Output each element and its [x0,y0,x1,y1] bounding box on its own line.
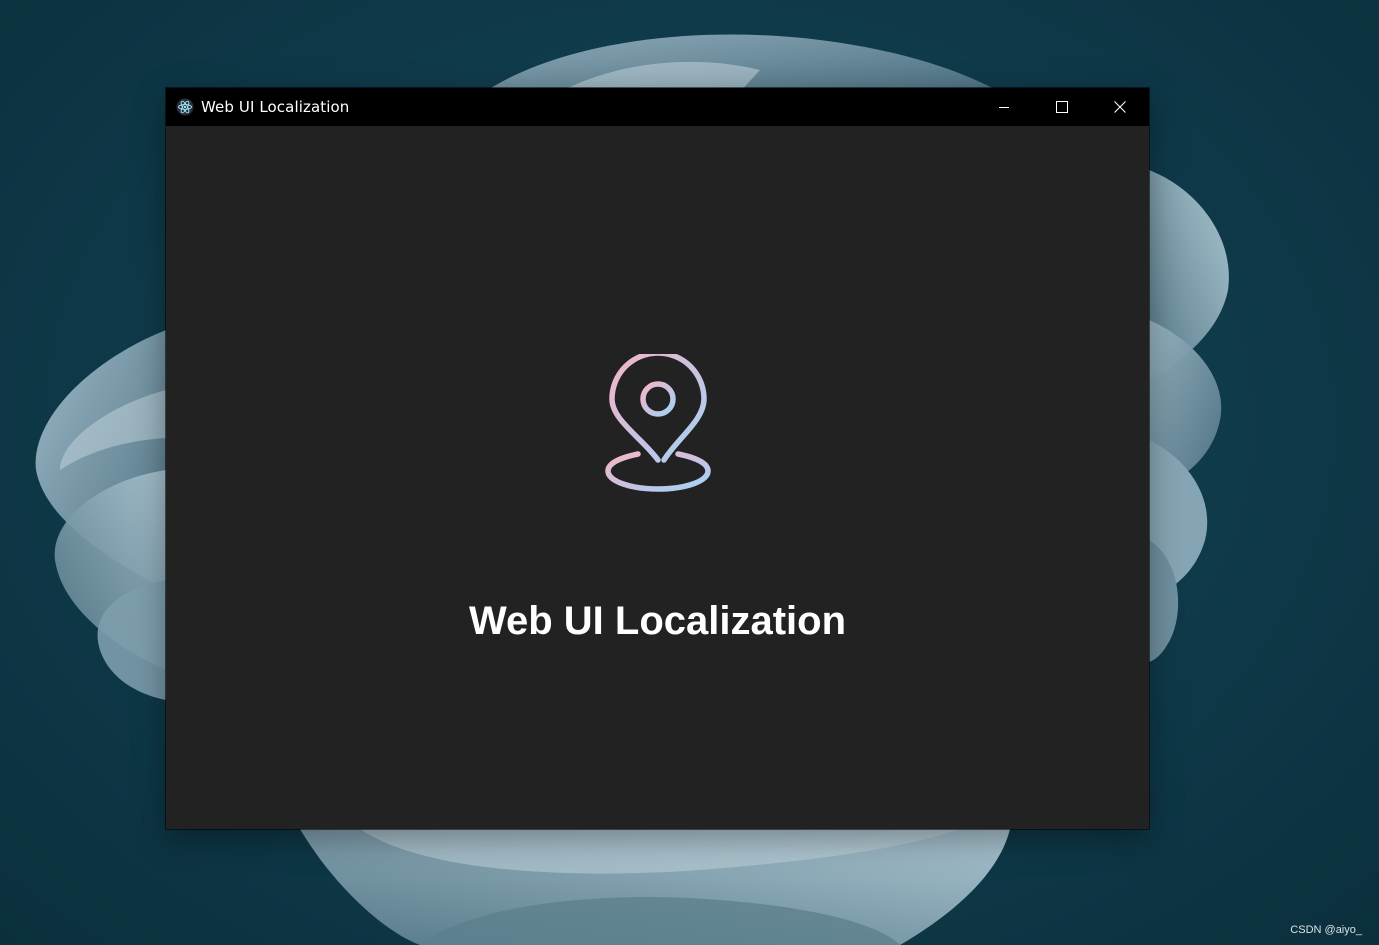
minimize-icon [998,98,1010,117]
close-button[interactable] [1091,88,1149,126]
minimize-button[interactable] [975,88,1033,126]
title-bar[interactable]: Web UI Localization [166,88,1149,126]
app-window: Web UI Localization Web UI Localization [166,88,1149,829]
location-pin-icon [605,354,711,492]
maximize-button[interactable] [1033,88,1091,126]
caption-buttons [975,88,1149,126]
close-icon [1114,98,1126,117]
watermark: CSDN @aiyo_ [1290,924,1362,936]
window-content: Web UI Localization [166,126,1149,829]
maximize-icon [1056,98,1068,117]
page-heading: Web UI Localization [468,599,847,643]
electron-icon [176,98,194,116]
window-title: Web UI Localization [201,98,350,116]
